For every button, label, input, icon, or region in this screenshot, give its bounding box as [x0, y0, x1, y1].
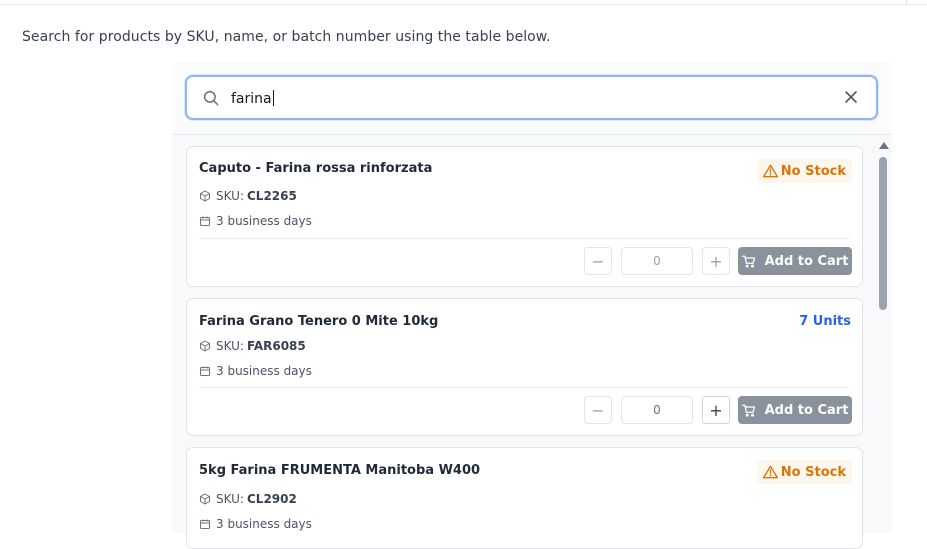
top-border-corner [906, 0, 927, 4]
sku-label: SKU: [216, 492, 244, 506]
scrollbar-thumb[interactable] [879, 157, 887, 310]
search-input[interactable]: farina [185, 75, 878, 120]
sku-row: SKU: FAR6085 [199, 339, 306, 353]
stock-badge: No Stock [756, 159, 852, 183]
stock-status: 7 Units [799, 314, 851, 329]
product-name: Farina Grano Tenero 0 Mite 10kg [199, 314, 439, 329]
calendar-icon [200, 519, 210, 529]
quantity-stepper: − 0 + Add to Cart [584, 247, 852, 275]
product-card: Caputo - Farina rossa rinforzata No Stoc… [186, 146, 863, 287]
clear-search-icon[interactable] [844, 90, 858, 104]
decrease-quantity-button[interactable]: − [584, 396, 612, 424]
search-bar-area: farina [172, 62, 892, 135]
delivery-time: 3 business days [216, 517, 312, 531]
scroll-up-arrow-icon[interactable] [879, 142, 889, 149]
warning-icon [762, 465, 778, 479]
package-icon [200, 340, 210, 352]
delivery-row: 3 business days [199, 364, 312, 378]
package-icon [200, 493, 210, 505]
product-name: 5kg Farina FRUMENTA Manitoba W400 [199, 463, 481, 478]
add-to-cart-button[interactable]: Add to Cart [738, 247, 852, 275]
text-caret [272, 90, 274, 106]
stock-status: No Stock [780, 163, 846, 179]
cart-icon [741, 255, 755, 268]
increase-quantity-button[interactable]: + [702, 396, 730, 424]
stock-badge: No Stock [756, 460, 852, 484]
add-to-cart-label: Add to Cart [764, 402, 849, 418]
search-icon [203, 90, 219, 106]
top-border [0, 0, 927, 5]
delivery-row: 3 business days [199, 214, 312, 228]
calendar-icon [200, 216, 210, 226]
page-description: Search for products by SKU, name, or bat… [22, 29, 551, 45]
sku-row: SKU: CL2902 [199, 492, 297, 506]
quantity-stepper: − 0 + Add to Cart [584, 396, 852, 424]
scrollbar[interactable] [878, 142, 889, 533]
sku-value: CL2902 [247, 492, 297, 506]
package-icon [200, 190, 210, 202]
product-name: Caputo - Farina rossa rinforzata [199, 161, 433, 176]
warning-icon [762, 164, 778, 178]
search-value-wrap: farina [231, 90, 274, 107]
sku-label: SKU: [216, 339, 244, 353]
search-value: farina [231, 91, 272, 107]
product-card: 5kg Farina FRUMENTA Manitoba W400 No Sto… [186, 447, 863, 549]
delivery-time: 3 business days [216, 364, 312, 378]
delivery-row: 3 business days [199, 517, 312, 531]
product-search-panel: farina Caputo - Farina rossa rinforzata … [172, 62, 892, 549]
sku-label: SKU: [216, 189, 244, 203]
sku-value: FAR6085 [247, 339, 306, 353]
add-to-cart-button[interactable]: Add to Cart [738, 396, 852, 424]
add-to-cart-label: Add to Cart [764, 253, 849, 269]
sku-row: SKU: CL2265 [199, 189, 297, 203]
increase-quantity-button[interactable]: + [702, 247, 730, 275]
decrease-quantity-button[interactable]: − [584, 247, 612, 275]
cart-icon [741, 404, 755, 417]
card-divider [199, 238, 850, 239]
calendar-icon [200, 366, 210, 376]
sku-value: CL2265 [247, 189, 297, 203]
quantity-field[interactable]: 0 [621, 396, 693, 424]
delivery-time: 3 business days [216, 214, 312, 228]
stock-status: No Stock [780, 464, 846, 480]
card-divider [199, 387, 850, 388]
quantity-field[interactable]: 0 [621, 247, 693, 275]
product-card: Farina Grano Tenero 0 Mite 10kg 7 Units … [186, 298, 863, 436]
